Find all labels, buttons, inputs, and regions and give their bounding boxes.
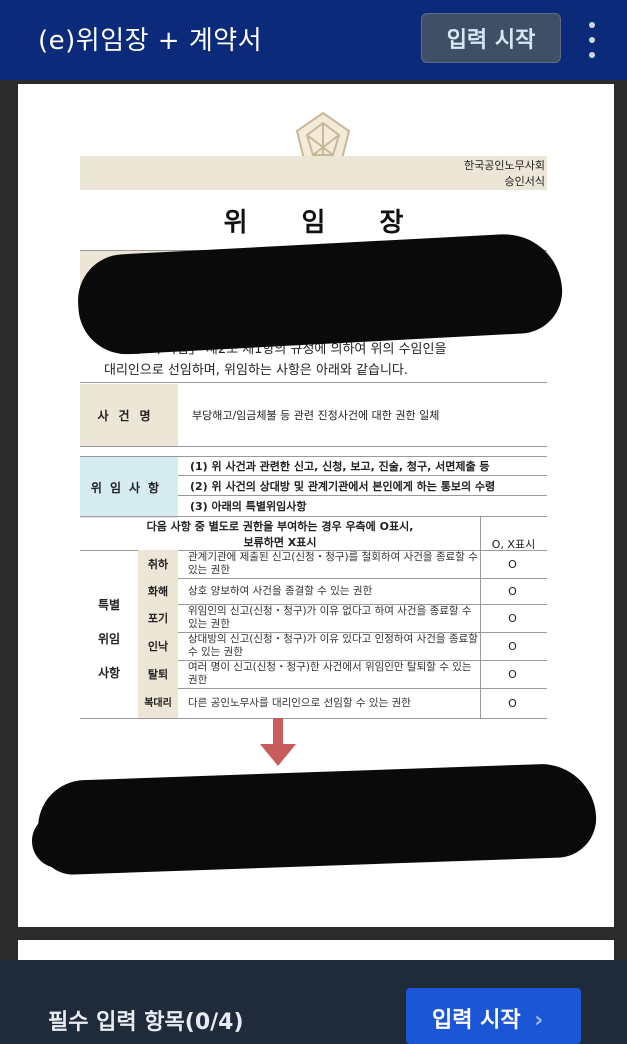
- redaction-mark: [32, 814, 242, 868]
- delegation-item: (1) 위 사건과 관련한 신고, 신청, 보고, 진술, 청구, 서면제출 등: [190, 460, 490, 473]
- special-row-desc: 여러 명이 신고(신청・청구)한 사건에서 위임인만 탈퇴할 수 있는 권한: [188, 661, 472, 686]
- header-band: 한국공인노무사회 승인서식: [80, 156, 547, 190]
- special-row-desc: 관계기관에 제출된 신고(신청・청구)를 철회하여 사건을 종료할 수 있는 권…: [188, 551, 478, 576]
- special-row: 화해 상호 양보하여 사건을 종결할 수 있는 권한 O: [138, 578, 547, 604]
- start-input-label: 입력 시작: [432, 1008, 521, 1033]
- special-row: 탈퇴 여러 명이 신고(신청・청구)한 사건에서 위임인만 탈퇴할 수 있는 권…: [138, 660, 547, 688]
- required-fields-count: 필수 입력 항목(0/4): [48, 1010, 244, 1035]
- special-row-desc: 상호 양보하여 사건을 종결할 수 있는 권한: [188, 584, 373, 597]
- special-row-desc: 상대방의 신고(신청・청구)가 이유 있다고 인정하여 사건을 종료할 수 있는…: [188, 633, 478, 658]
- special-row-name: 화해: [138, 578, 178, 604]
- document-page: 한국공인노무사회 승인서식 위임장 「공인노무사법」 제2조 제1항의 규정에 …: [18, 84, 614, 927]
- special-label-word: 사항: [97, 666, 121, 680]
- special-row-mark: O: [508, 557, 517, 571]
- case-value: 부당해고/임금체불 등 관련 진정사건에 대한 권한 일체: [192, 409, 440, 422]
- case-row: 사건명 부당해고/임금체불 등 관련 진정사건에 대한 권한 일체: [80, 384, 547, 446]
- special-header: 다음 사항 중 별도로 권한을 부여하는 경우 우측에 O표시, 보류하면 X표…: [80, 518, 547, 552]
- special-row-name: 인낙: [138, 632, 178, 660]
- approval-line: 승인서식: [504, 175, 545, 188]
- start-input-button-bottom[interactable]: 입력 시작 ›: [406, 988, 581, 1044]
- arrow-down-icon: [260, 718, 296, 766]
- special-row-mark: O: [508, 696, 517, 710]
- more-vert-icon[interactable]: [584, 20, 600, 60]
- special-header-line: 보류하면 X표시: [243, 536, 317, 549]
- special-row: 포기 위임인의 신고(신청・청구)가 이유 없다고 하여 사건을 종료할 수 있…: [138, 604, 547, 632]
- special-row-mark: O: [508, 667, 517, 681]
- special-row: 인낙 상대방의 신고(신청・청구)가 이유 있다고 인정하여 사건을 종료할 수…: [138, 632, 547, 660]
- org-line: 한국공인노무사회: [464, 159, 545, 172]
- special-header-text: 다음 사항 중 별도로 권한을 부여하는 경우 우측에 O표시, 보류하면 X표…: [80, 519, 480, 551]
- special-row-desc: 다른 공인노무사를 대리인으로 선임할 수 있는 권한: [188, 696, 411, 709]
- delegation-section: 위임사항 (1) 위 사건과 관련한 신고, 신청, 보고, 진술, 청구, 서…: [80, 456, 547, 518]
- special-label-word: 특별: [97, 598, 121, 612]
- special-row-desc: 위임인의 신고(신청・청구)가 이유 없다고 하여 사건을 종료할 수 있는 권…: [188, 605, 472, 630]
- case-label: 사건명: [80, 384, 178, 446]
- special-row-name: 취하: [138, 550, 178, 578]
- special-row-name: 탈퇴: [138, 660, 178, 688]
- special-row-name: 복대리: [138, 688, 178, 718]
- special-row: 복대리 다른 공인노무사를 대리인으로 선임할 수 있는 권한 O: [138, 688, 547, 718]
- start-input-button[interactable]: 입력 시작: [421, 13, 561, 63]
- special-row-mark: O: [508, 584, 517, 598]
- delegation-item: (2) 위 사건의 상대방 및 관계기관에서 본인에게 하는 통보의 수령: [190, 480, 496, 493]
- special-row-name: 포기: [138, 604, 178, 632]
- org-name: 한국공인노무사회 승인서식: [464, 158, 547, 190]
- app-bar: (e)위임장 + 계약서 입력 시작: [0, 0, 627, 80]
- special-label: 특별 위임 사항: [80, 552, 138, 722]
- bottom-bar: 필수 입력 항목(0/4) 입력 시작 ›: [0, 960, 627, 1044]
- document-viewer[interactable]: 한국공인노무사회 승인서식 위임장 「공인노무사법」 제2조 제1항의 규정에 …: [0, 80, 627, 970]
- delegation-item: (3) 아래의 특별위임사항: [190, 500, 307, 513]
- intro-line: 대리인으로 선임하며, 위임하는 사항은 아래와 같습니다.: [104, 363, 409, 378]
- special-row-mark: O: [508, 611, 517, 625]
- special-label-word: 위임: [97, 632, 121, 646]
- special-header-line: 다음 사항 중 별도로 권한을 부여하는 경우 우측에 O표시,: [146, 520, 414, 533]
- chevron-right-icon: ›: [534, 1008, 544, 1033]
- special-row: 취하 관계기관에 제출된 신고(신청・청구)를 철회하여 사건을 종료할 수 있…: [138, 550, 547, 578]
- document-title: 위임장: [223, 208, 458, 238]
- special-row-mark: O: [508, 639, 517, 653]
- app-title: (e)위임장 + 계약서: [38, 26, 263, 56]
- delegation-label: 위임사항: [80, 456, 178, 518]
